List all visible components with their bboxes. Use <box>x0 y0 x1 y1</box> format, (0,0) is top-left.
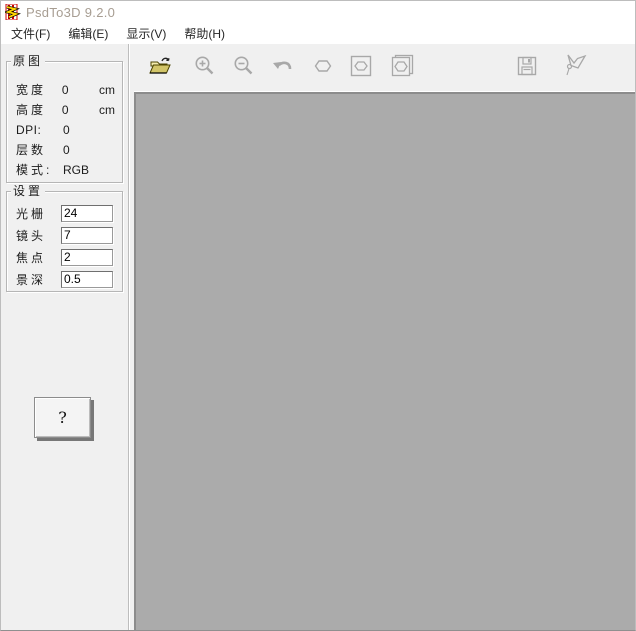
original-image-group: 原图 宽度 0 cm 高度 0 cm DPI: 0 层数 <box>6 61 123 183</box>
dpi-row: DPI: 0 <box>7 122 122 137</box>
height-unit: cm <box>99 103 115 117</box>
panel-divider-highlight <box>129 44 130 630</box>
left-panel: 原图 宽度 0 cm 高度 0 cm DPI: 0 层数 <box>1 44 134 630</box>
polygon-tool-button[interactable] <box>309 53 337 81</box>
workspace-canvas[interactable] <box>134 92 635 630</box>
depth-label: 景深 <box>16 271 56 288</box>
mode-row: 模式: RGB <box>7 162 122 177</box>
height-value: 0 <box>62 103 99 117</box>
polygon-frame-icon <box>349 54 373 81</box>
layers-label: 层数 <box>16 141 63 158</box>
dpi-value: 0 <box>63 123 101 137</box>
width-label: 宽度 <box>16 81 62 98</box>
save-icon <box>515 54 539 81</box>
depth-input[interactable] <box>61 271 113 288</box>
layers-value: 0 <box>63 143 101 157</box>
help-button[interactable]: ? <box>34 397 91 438</box>
focus-label: 焦点 <box>16 249 56 266</box>
export-3d-button[interactable] <box>562 53 590 81</box>
focus-input[interactable] <box>61 249 113 266</box>
menu-file[interactable]: 文件(F) <box>2 23 59 45</box>
zoom-in-icon <box>193 54 217 81</box>
settings-group: 设置 光栅 镜头 焦点 景深 <box>6 191 123 292</box>
save-button[interactable] <box>513 53 541 81</box>
grating-input[interactable] <box>61 205 113 222</box>
polygon-layers-button[interactable] <box>387 53 415 81</box>
menu-edit[interactable]: 编辑(E) <box>59 23 117 45</box>
settings-group-title: 设置 <box>11 184 45 198</box>
lens-label: 镜头 <box>16 227 56 244</box>
menu-help[interactable]: 帮助(H) <box>175 23 234 45</box>
app-window: PsdTo3D 9.2.0 文件(F) 编辑(E) 显示(V) 帮助(H) 原图… <box>0 0 636 631</box>
polygon-layers-icon <box>388 53 414 82</box>
zoom-out-icon <box>232 54 256 81</box>
undo-button[interactable] <box>268 53 296 81</box>
width-unit: cm <box>99 83 115 97</box>
original-group-title: 原图 <box>11 54 45 68</box>
main-area <box>134 44 635 630</box>
polygon-tool-icon <box>311 54 335 81</box>
app-logo-icon[interactable] <box>5 4 21 20</box>
export-3d-icon <box>563 52 589 83</box>
mode-value: RGB <box>63 163 101 177</box>
grating-row: 光栅 <box>7 204 122 222</box>
height-row: 高度 0 cm <box>7 102 122 117</box>
open-file-icon <box>148 54 174 81</box>
focus-row: 焦点 <box>7 248 122 266</box>
open-file-button[interactable] <box>147 53 175 81</box>
window-title: PsdTo3D 9.2.0 <box>26 5 115 20</box>
toolbar <box>134 44 635 92</box>
mode-label: 模式: <box>16 161 63 178</box>
zoom-in-button[interactable] <box>191 53 219 81</box>
layers-row: 层数 0 <box>7 142 122 157</box>
title-bar[interactable]: PsdTo3D 9.2.0 <box>1 1 635 23</box>
width-value: 0 <box>62 83 99 97</box>
menu-bar: 文件(F) 编辑(E) 显示(V) 帮助(H) <box>1 23 635 44</box>
lens-row: 镜头 <box>7 226 122 244</box>
undo-icon <box>269 54 295 81</box>
polygon-frame-button[interactable] <box>347 53 375 81</box>
lens-input[interactable] <box>61 227 113 244</box>
grating-label: 光栅 <box>16 205 56 222</box>
zoom-out-button[interactable] <box>230 53 258 81</box>
menu-view[interactable]: 显示(V) <box>117 23 175 45</box>
width-row: 宽度 0 cm <box>7 82 122 97</box>
height-label: 高度 <box>16 101 62 118</box>
dpi-label: DPI: <box>16 123 63 137</box>
depth-row: 景深 <box>7 270 122 288</box>
